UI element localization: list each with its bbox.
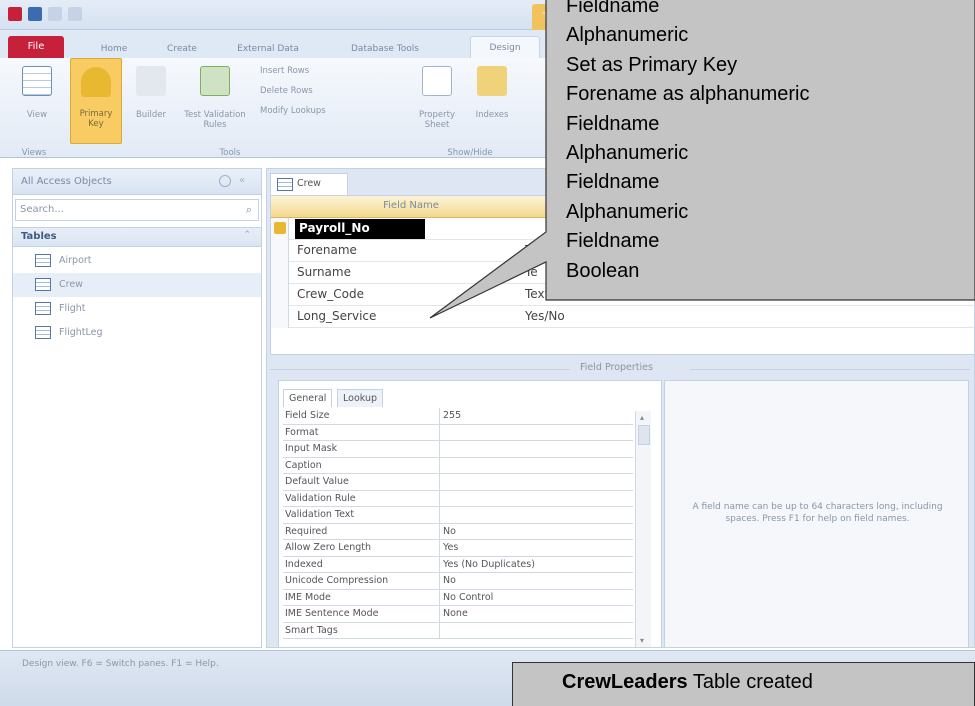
callout-line: Alphanumeric (566, 142, 689, 165)
callout-line: Alphanumeric (566, 24, 689, 47)
callout-line: Set as Primary Key (566, 53, 738, 76)
callout-text: Fieldname Alphanumeric Set as Primary Ke… (566, 0, 971, 286)
callout-line: Forename as alphanumeric (566, 83, 810, 106)
caption-bold: CrewLeaders (562, 671, 688, 693)
caption-text: CrewLeaders Table created (562, 671, 813, 694)
callout-line: Fieldname (566, 0, 660, 17)
callout-line: Alphanumeric (566, 200, 689, 223)
caption-rest: Table created (687, 671, 813, 693)
callout-line: Fieldname (566, 171, 660, 194)
callout-line: Boolean (566, 259, 640, 282)
callout-line: Fieldname (566, 112, 660, 135)
callout-line: Fieldname (566, 230, 660, 253)
